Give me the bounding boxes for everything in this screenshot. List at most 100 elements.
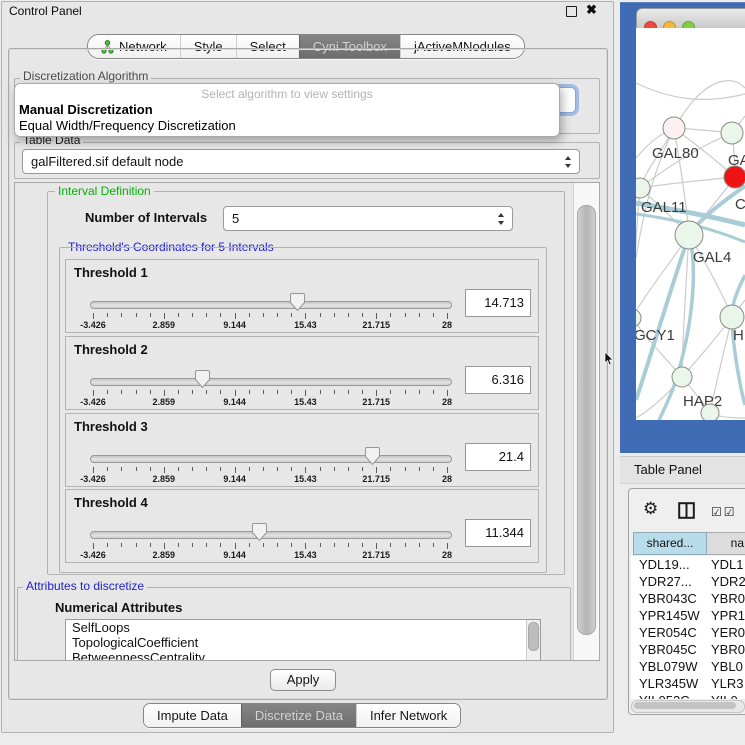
threshold-value-field[interactable]: 14.713 bbox=[465, 289, 531, 317]
apply-button[interactable]: Apply bbox=[270, 669, 336, 691]
algorithm-option-equal-width-frequency-discretization[interactable]: Equal Width/Frequency Discretization bbox=[15, 118, 559, 134]
column-header-name[interactable]: na bbox=[707, 532, 745, 555]
table-row[interactable]: YER054CYER0 bbox=[631, 624, 745, 641]
slider-tick bbox=[390, 467, 391, 471]
network-node-h[interactable] bbox=[720, 305, 744, 329]
network-window-titlebar[interactable] bbox=[636, 8, 745, 30]
node-label: C bbox=[735, 196, 745, 213]
table-hscrollbar-track[interactable] bbox=[631, 700, 745, 713]
slider-tick bbox=[362, 467, 363, 471]
slider-tick-label: -3.426 bbox=[80, 550, 106, 560]
column-header-shared-name[interactable]: shared... bbox=[633, 532, 707, 555]
number-of-intervals-label: Number of Intervals bbox=[85, 210, 207, 225]
tab-impute-data[interactable]: Impute Data bbox=[144, 704, 241, 727]
cell-name: YLR3 bbox=[711, 675, 744, 692]
slider-tick-label: 9.144 bbox=[223, 397, 246, 407]
slider-tick-label: 21.715 bbox=[362, 550, 390, 560]
number-of-intervals-combobox[interactable]: 5 bbox=[223, 206, 513, 231]
table-row[interactable]: YIL053CYIL0 bbox=[631, 692, 745, 699]
cyni-mode-tabbar: Impute Data Discretize DataInfer Network bbox=[143, 703, 461, 728]
slider-tick bbox=[136, 543, 137, 547]
table-data-value: galFiltered.sif default node bbox=[31, 154, 183, 169]
slider-tick bbox=[291, 467, 292, 471]
numerical-attributes-list[interactable]: SelfLoopsTopologicalCoefficientBetweenne… bbox=[65, 619, 541, 661]
table-row[interactable]: YBL079WYBL0 bbox=[631, 658, 745, 675]
slider-tick bbox=[121, 467, 122, 471]
gear-icon[interactable]: ⚙ bbox=[643, 499, 658, 519]
slider-track[interactable] bbox=[90, 301, 452, 309]
slider-thumb[interactable] bbox=[290, 293, 305, 311]
threshold-value-field[interactable]: 21.4 bbox=[465, 443, 531, 471]
table-panel-title: Table Panel bbox=[634, 462, 702, 477]
network-node-c[interactable] bbox=[724, 166, 745, 188]
slider-tick bbox=[348, 543, 349, 547]
slider-track[interactable] bbox=[90, 531, 452, 539]
slider-tick-label: 21.715 bbox=[362, 397, 390, 407]
threshold-value-field[interactable]: 6.316 bbox=[465, 366, 531, 394]
slider-tick-label: 28 bbox=[442, 474, 452, 484]
network-node-partial[interactable] bbox=[701, 404, 719, 420]
slider-thumb[interactable] bbox=[252, 523, 267, 541]
slider-tick bbox=[376, 390, 377, 396]
slider-tick bbox=[348, 313, 349, 317]
slider-thumb[interactable] bbox=[195, 370, 210, 388]
threshold-title: Threshold 3 bbox=[74, 419, 148, 434]
close-panel-icon[interactable]: ✖ bbox=[586, 2, 597, 18]
table-row[interactable]: YBR043CYBR0 bbox=[631, 590, 745, 607]
spinner-icon bbox=[498, 213, 505, 225]
scrollbar-thumb[interactable] bbox=[577, 205, 596, 635]
slider-thumb[interactable] bbox=[365, 447, 380, 465]
float-window-icon[interactable] bbox=[566, 6, 577, 17]
slider-track[interactable] bbox=[90, 378, 452, 386]
slider-tick bbox=[376, 543, 377, 549]
network-node-hap2[interactable] bbox=[672, 367, 692, 387]
table-row[interactable]: YDL19...YDL1 bbox=[631, 556, 745, 573]
network-node-gal4[interactable] bbox=[675, 221, 703, 249]
cell-shared-name: YBR045C bbox=[639, 641, 697, 658]
slider-tick-label: 21.715 bbox=[362, 320, 390, 330]
tab-infer-network[interactable]: Infer Network bbox=[356, 704, 460, 727]
tab-discretize-data[interactable]: Discretize Data bbox=[241, 704, 356, 727]
algorithm-option-manual-discretization[interactable]: Manual Discretization bbox=[15, 102, 559, 118]
slider-tick bbox=[433, 313, 434, 317]
threshold-value-field[interactable]: 11.344 bbox=[465, 519, 531, 547]
slider-track[interactable] bbox=[90, 455, 452, 463]
list-scrollbar-thumb[interactable] bbox=[528, 622, 539, 651]
slider-tick bbox=[447, 543, 448, 549]
table-row[interactable]: YPR145WYPR1 bbox=[631, 607, 745, 624]
slider-tick bbox=[235, 313, 236, 319]
slider-tick bbox=[164, 467, 165, 473]
settings-scrollpane: Interval Definition Number of Intervals … bbox=[14, 182, 600, 661]
network-view-canvas[interactable]: GAL80GACGAL11GAL4GCY1HHAP2 bbox=[636, 28, 745, 420]
slider-tick bbox=[93, 313, 94, 319]
slider-tick-label: 2.859 bbox=[153, 397, 176, 407]
interval-definition-label: Interval Definition bbox=[55, 184, 154, 198]
slider-tick bbox=[136, 390, 137, 394]
slider-tick bbox=[249, 543, 250, 547]
table-hscrollbar-thumb[interactable] bbox=[634, 702, 736, 709]
attribute-item-betweennesscentrality[interactable]: BetweennessCentrality bbox=[66, 650, 540, 661]
table-data-combobox[interactable]: galFiltered.sif default node bbox=[22, 149, 580, 174]
attribute-item-selfloops[interactable]: SelfLoops bbox=[66, 620, 540, 635]
cell-shared-name: YDL19... bbox=[639, 556, 690, 573]
network-node-gal80[interactable] bbox=[663, 117, 685, 139]
table-body[interactable]: YDL19...YDL1YDR27...YDR2YBR043CYBR0YPR14… bbox=[631, 556, 745, 699]
attribute-item-topologicalcoefficient[interactable]: TopologicalCoefficient bbox=[66, 635, 540, 650]
slider-tick bbox=[235, 467, 236, 473]
node-label: GAL80 bbox=[652, 145, 699, 162]
tab-label: Impute Data bbox=[157, 704, 228, 727]
cell-shared-name: YPR145W bbox=[639, 607, 700, 624]
split-columns-icon[interactable] bbox=[678, 502, 695, 519]
network-node-gcy1[interactable] bbox=[636, 309, 641, 327]
slider-tick-label: 9.144 bbox=[223, 474, 246, 484]
table-panel-window: ⚙ ☑☑ shared... na YDL19...YDL1YDR27...YD… bbox=[628, 488, 745, 715]
table-row[interactable]: YBR045CYBR0 bbox=[631, 641, 745, 658]
table-row[interactable]: YDR27...YDR2 bbox=[631, 573, 745, 590]
cell-name: YBR0 bbox=[711, 590, 745, 607]
select-columns-icon[interactable]: ☑☑ bbox=[711, 505, 737, 519]
table-row[interactable]: YLR345WYLR3 bbox=[631, 675, 745, 692]
slider-tick bbox=[348, 390, 349, 394]
mouse-cursor bbox=[604, 352, 614, 366]
slider-tick bbox=[249, 313, 250, 317]
network-node-ga[interactable] bbox=[721, 122, 743, 144]
